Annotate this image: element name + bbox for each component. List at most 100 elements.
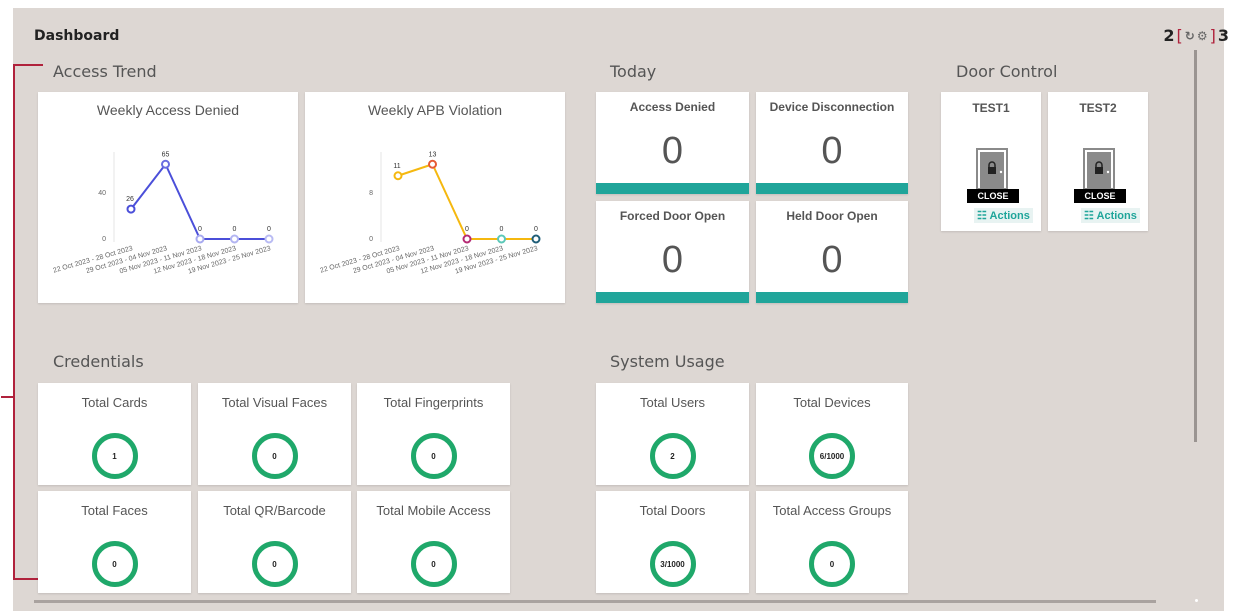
door-actions-label: Actions (1096, 210, 1137, 222)
credential-card-fingerprints[interactable]: Total Fingerprints 0 (357, 383, 510, 485)
today-value: 0 (661, 130, 684, 172)
usage-card-access-groups[interactable]: Total Access Groups 0 (756, 491, 908, 593)
door-status-badge: CLOSE (1074, 189, 1126, 203)
door-actions-label: Actions (989, 210, 1030, 222)
today-card-held-door-open[interactable]: Held Door Open 0 (756, 201, 908, 303)
section-credentials: Credentials (53, 352, 144, 371)
page-title: Dashboard (34, 28, 120, 44)
refresh-icon[interactable]: ↻ (1185, 29, 1195, 43)
y-tick-label: 0 (102, 236, 106, 243)
stat-ring: 1 (91, 433, 138, 479)
credential-card-cards[interactable]: Total Cards 1 (38, 383, 191, 485)
data-point (462, 234, 472, 244)
stat-ring: 6/1000 (809, 433, 855, 479)
annotation-bracket-open: [ (1176, 26, 1183, 45)
credential-card-visual-faces[interactable]: Total Visual Faces 0 (198, 383, 351, 485)
door-status-badge: CLOSE (967, 189, 1019, 203)
data-point (428, 159, 437, 169)
today-accent-bar (596, 292, 749, 303)
chart-apb-violation: 0811130 0 022 Oct 2023 - 28 Oct 202329 Oct… (319, 151, 541, 276)
credential-card-faces[interactable]: Total Faces 0 (38, 491, 191, 593)
today-label: Held Door Open (786, 209, 878, 223)
section-door-control: Door Control (956, 62, 1058, 81)
door-name: TEST1 (972, 101, 1010, 115)
today-label: Access Denied (629, 100, 716, 114)
sliders-icon: ☷ (977, 210, 987, 222)
door-card-test2[interactable]: TEST2 CLOSE ☷ Actions (1048, 92, 1148, 231)
stat-label: Total Faces (81, 503, 148, 518)
horizontal-scrollbar[interactable] (34, 600, 1156, 603)
door-actions-button[interactable]: ☷ Actions (974, 208, 1033, 223)
section-today: Today (610, 62, 657, 81)
door-name: TEST2 (1079, 101, 1117, 115)
gear-icon[interactable]: ⚙ (1197, 29, 1208, 43)
today-value: 0 (821, 130, 843, 172)
annotation-bracket-close: ] (1209, 26, 1216, 45)
stat-label: Total Fingerprints (383, 395, 484, 410)
stat-label: Total Visual Faces (221, 395, 328, 410)
today-accent-bar (756, 183, 908, 194)
usage-card-devices[interactable]: Total Devices 6/1000 (756, 383, 908, 485)
chart-card-access-denied: Weekly Access Denied 0 40 26 65 0 0 0 22 Oct 20… (38, 92, 298, 303)
today-label: Device Disconnection (769, 100, 895, 114)
stat-label: Total Mobile Access (376, 503, 491, 518)
data-label: 0 (198, 226, 202, 233)
y-tick-label: 0 (369, 236, 373, 243)
stat-ring: 2 (649, 433, 696, 479)
today-label: Forced Door Open (619, 209, 726, 223)
chart-access-denied: 04026650 0 022 Oct 2023 - 28 Oct 202329 Oc… (52, 151, 274, 276)
data-point (497, 234, 506, 244)
vertical-scrollbar[interactable] (1194, 50, 1197, 442)
usage-card-doors[interactable]: Total Doors 3/1000 (596, 491, 749, 593)
credential-card-mobile-access[interactable]: Total Mobile Access 0 (357, 491, 510, 593)
stat-label: Total Users (639, 395, 706, 410)
data-point (531, 234, 541, 244)
data-point (195, 234, 205, 244)
today-card-forced-door-open[interactable]: Forced Door Open 0 (596, 201, 749, 303)
stat-ring: 0 (809, 541, 855, 587)
door-card-test1[interactable]: TEST1 CLOSE ☷ Actions (941, 92, 1041, 231)
data-label: 65 (162, 151, 170, 158)
data-point (264, 234, 274, 244)
status-dot (1195, 599, 1198, 602)
data-label: 0 (500, 226, 504, 233)
data-label: 0 (267, 226, 271, 233)
data-point (126, 204, 136, 214)
stat-ring: 3/1000 (649, 541, 696, 587)
today-value: 0 (661, 239, 684, 281)
annotation-bracket-tick (1, 396, 15, 398)
data-point (161, 159, 170, 169)
data-label: 0 (534, 226, 538, 233)
section-access-trend: Access Trend (53, 62, 157, 81)
section-system-usage: System Usage (610, 352, 725, 371)
stat-label: Total Doors (639, 503, 706, 518)
stat-ring: 0 (251, 541, 298, 587)
stat-label: Total Cards (81, 395, 148, 410)
data-label: 11 (393, 163, 400, 170)
sliders-icon: ☷ (1084, 210, 1094, 222)
today-value: 0 (821, 239, 843, 281)
y-tick-label: 40 (98, 190, 106, 197)
credential-card-qr-barcode[interactable]: Total QR/Barcode 0 (198, 491, 351, 593)
annotation-number-2: 2 (1163, 26, 1175, 45)
header-toolbar: 2 [ ↻ ⚙ ] 3 (1163, 26, 1229, 45)
door-actions-button[interactable]: ☷ Actions (1081, 208, 1140, 223)
door-icon (1083, 148, 1115, 189)
data-point (230, 234, 239, 244)
data-label: 26 (126, 196, 134, 203)
today-card-device-disconnection[interactable]: Device Disconnection 0 (756, 92, 908, 194)
stat-ring: 0 (410, 433, 457, 479)
stat-label: Total Access Groups (772, 503, 892, 518)
chart-card-apb-violation: Weekly APB Violation 0 8 11 13 0 0 0 22 Oct 202… (305, 92, 565, 303)
data-label: 0 (465, 226, 469, 233)
data-point (393, 171, 403, 181)
data-label: 0 (233, 226, 237, 233)
annotation-number-3: 3 (1217, 26, 1229, 45)
today-card-access-denied[interactable]: Access Denied 0 (596, 92, 749, 194)
today-accent-bar (596, 183, 749, 194)
stat-label: Total Devices (793, 395, 871, 410)
stat-ring: 0 (91, 541, 138, 587)
usage-card-users[interactable]: Total Users 2 (596, 383, 749, 485)
stat-ring: 0 (251, 433, 298, 479)
data-label: 13 (429, 151, 437, 158)
